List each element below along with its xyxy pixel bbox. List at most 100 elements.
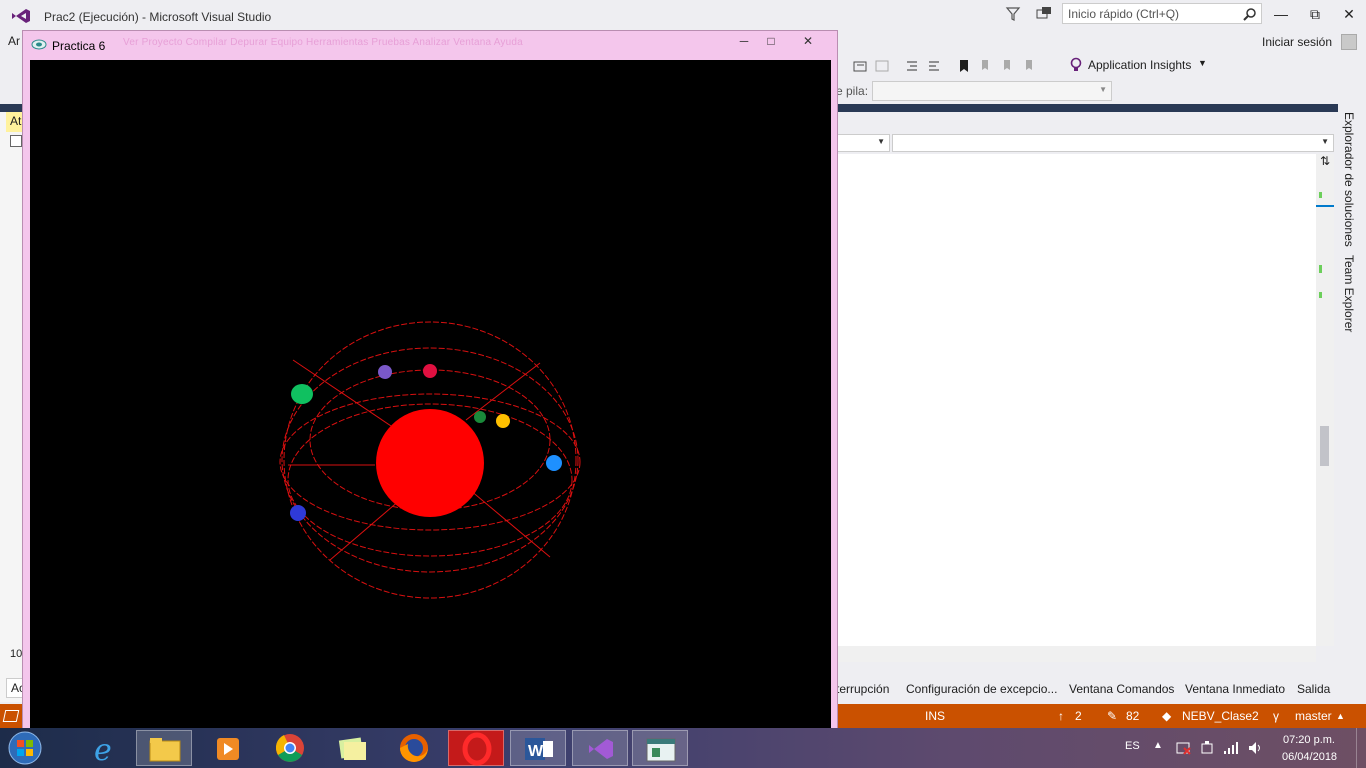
stack-frame-label: e pila: <box>836 84 869 98</box>
sign-in-link[interactable]: Iniciar sesión <box>1262 35 1332 49</box>
input-language[interactable]: ES <box>1125 740 1140 752</box>
indent-icon[interactable] <box>874 58 890 74</box>
line-number: 10 <box>10 648 23 660</box>
planet-crimson <box>423 364 437 378</box>
tab-command-window[interactable]: Ventana Comandos <box>1069 682 1174 696</box>
bookmark-icon[interactable] <box>956 58 972 74</box>
member-navigation-combo[interactable]: ▼ <box>892 134 1334 152</box>
repository-icon: ◆ <box>1162 709 1172 723</box>
chevron-down-icon: ▼ <box>1321 137 1329 146</box>
split-editor-icon[interactable]: ⇅ <box>1317 154 1333 170</box>
feedback-icon[interactable] <box>1035 6 1053 22</box>
sticky-notes-icon[interactable] <box>324 730 380 766</box>
clock-date[interactable]: 06/04/2018 <box>1282 751 1337 763</box>
chevron-up-icon[interactable]: ▲ <box>1153 740 1163 751</box>
solar-system-scene <box>279 321 581 599</box>
sun <box>376 409 484 517</box>
team-explorer-tab[interactable]: Team Explorer <box>1342 255 1356 332</box>
editor-vertical-scrollbar[interactable] <box>1316 154 1334 646</box>
chevron-up-icon[interactable]: ▲ <box>1336 711 1345 721</box>
filter-icon[interactable] <box>1005 6 1021 22</box>
project-navigation-combo[interactable]: ▼ <box>836 134 890 152</box>
stack-frame-select[interactable]: ▼ <box>872 81 1112 101</box>
chevron-down-icon: ▼ <box>1099 85 1107 94</box>
clock-time[interactable]: 07:20 p.m. <box>1283 734 1335 746</box>
glut-console-icon[interactable] <box>632 730 688 766</box>
network-icon[interactable] <box>1223 740 1239 756</box>
quick-launch-input[interactable]: Inicio rápido (Ctrl+Q) <box>1062 3 1262 24</box>
minimize-button[interactable]: ─ <box>731 33 757 49</box>
media-player-icon[interactable] <box>200 730 256 766</box>
planet-navy <box>290 505 306 521</box>
window-title: Prac2 (Ejecución) - Microsoft Visual Stu… <box>44 10 272 24</box>
close-button[interactable]: ✕ <box>1334 4 1364 24</box>
tab-exception-settings[interactable]: Configuración de excepcio... <box>906 682 1057 696</box>
svg-text:e: e <box>94 733 112 766</box>
tab-breakpoints[interactable]: terrupción <box>836 682 889 696</box>
change-marker <box>1319 192 1322 198</box>
editor-horizontal-scrollbar[interactable] <box>836 646 1316 662</box>
application-insights-button[interactable]: Application Insights <box>1088 58 1191 72</box>
caret-position-marker <box>1316 205 1334 207</box>
background-menu-ghost: Ver Proyecto Compilar Depurar Equipo Her… <box>123 37 523 48</box>
glut-window[interactable]: Practica 6 Ver Proyecto Compilar Depurar… <box>22 30 838 730</box>
vs-titlebar: Prac2 (Ejecución) - Microsoft Visual Stu… <box>0 0 1366 32</box>
app-icon <box>31 39 47 50</box>
tool-window-icon[interactable] <box>10 135 22 147</box>
solution-explorer-tab[interactable]: Explorador de soluciones <box>1342 112 1356 247</box>
branch-icon: γ <box>1273 709 1279 723</box>
tab-immediate-window[interactable]: Ventana Inmediato <box>1185 682 1285 696</box>
quick-launch-placeholder: Inicio rápido (Ctrl+Q) <box>1068 7 1180 21</box>
action-center-icon[interactable] <box>1175 740 1191 756</box>
insert-mode-indicator: INS <box>925 709 946 723</box>
planet-purple <box>378 365 392 379</box>
opera-icon[interactable] <box>448 730 504 766</box>
restore-button[interactable]: ⧉ <box>1300 4 1330 24</box>
outdent-icon[interactable] <box>852 58 868 74</box>
chevron-down-icon[interactable]: ▼ <box>1198 58 1207 68</box>
tab-output[interactable]: Salida <box>1297 682 1330 696</box>
internet-explorer-icon[interactable]: e <box>78 730 134 768</box>
volume-icon[interactable] <box>1247 740 1263 756</box>
unpushed-commits-count[interactable]: 2 <box>1075 709 1082 723</box>
scrollbar-thumb[interactable] <box>1320 426 1329 466</box>
planet-blue <box>546 455 562 471</box>
clear-bookmarks-icon[interactable] <box>1022 58 1038 74</box>
firefox-icon[interactable] <box>386 730 442 766</box>
close-button[interactable]: ✕ <box>791 33 825 49</box>
windows-start-icon[interactable] <box>6 730 44 766</box>
planet-green <box>291 384 313 404</box>
svg-text:W: W <box>528 743 544 760</box>
code-editor[interactable] <box>836 154 1316 646</box>
menu-file-fragment[interactable]: Ar <box>8 34 20 48</box>
status-ready-icon <box>2 710 20 722</box>
chevron-down-icon: ▼ <box>877 137 885 146</box>
show-desktop-button[interactable] <box>1356 728 1366 768</box>
opengl-canvas[interactable] <box>30 60 831 730</box>
pencil-icon: ✎ <box>1107 709 1118 723</box>
pending-changes-count[interactable]: 82 <box>1126 709 1139 723</box>
left-tool-window <box>0 112 24 702</box>
arrow-up-icon: ↑ <box>1058 709 1064 723</box>
chrome-icon[interactable] <box>262 730 318 766</box>
minimize-button[interactable]: — <box>1266 4 1296 24</box>
repository-name[interactable]: NEBV_Clase2 <box>1182 709 1259 723</box>
uncomment-icon[interactable] <box>926 58 942 74</box>
prev-bookmark-icon[interactable] <box>978 58 994 74</box>
visual-studio-icon <box>10 7 32 25</box>
application-insights-icon[interactable] <box>1069 57 1083 73</box>
search-icon[interactable] <box>1243 7 1257 21</box>
visual-studio-taskbar-icon[interactable] <box>572 730 628 766</box>
avatar[interactable] <box>1341 34 1357 50</box>
next-bookmark-icon[interactable] <box>1000 58 1016 74</box>
file-explorer-icon[interactable] <box>136 730 192 766</box>
glut-window-title: Practica 6 <box>52 39 106 53</box>
change-marker <box>1319 292 1322 298</box>
planet-dark-green <box>474 411 486 423</box>
word-icon[interactable]: W <box>510 730 566 766</box>
branch-name[interactable]: master <box>1295 709 1332 723</box>
maximize-button[interactable]: □ <box>758 33 784 49</box>
power-icon[interactable] <box>1199 740 1215 756</box>
comment-icon[interactable] <box>904 58 920 74</box>
glut-titlebar[interactable]: Practica 6 Ver Proyecto Compilar Depurar… <box>23 31 837 59</box>
